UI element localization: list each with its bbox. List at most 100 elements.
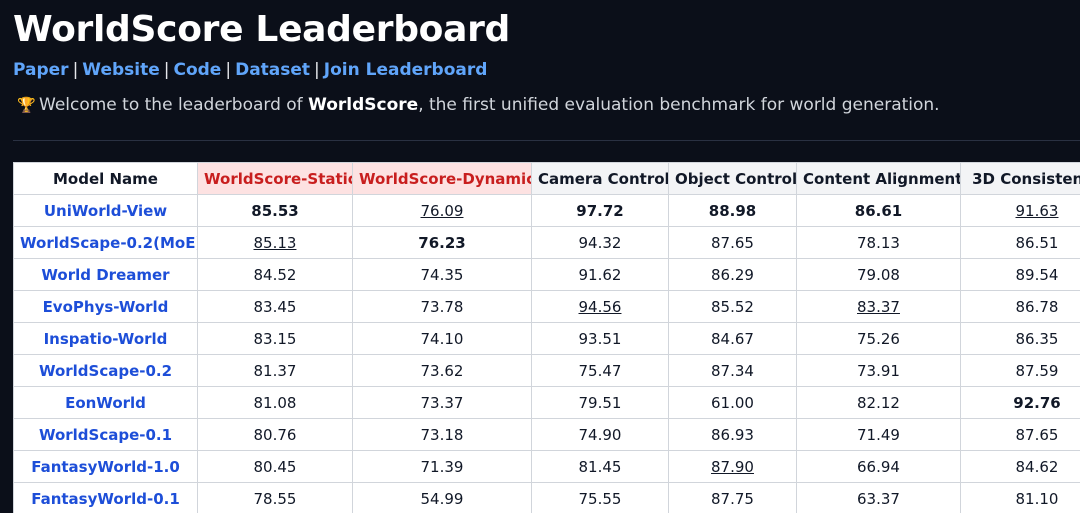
column-header-camera-control[interactable]: Camera Control: [531, 162, 669, 195]
score-cell: 94.32: [531, 226, 669, 259]
score-cell: 80.76: [197, 418, 353, 451]
dataset-link[interactable]: Dataset: [235, 60, 310, 80]
score-value: 79.08: [857, 265, 900, 284]
website-link[interactable]: Website: [82, 60, 159, 80]
score-cell: 88.98: [668, 194, 797, 227]
model-name-cell[interactable]: EonWorld: [13, 386, 198, 419]
score-value: 74.90: [578, 425, 622, 444]
model-name-cell[interactable]: FantasyWorld-1.0: [13, 450, 198, 483]
table-body: UniWorld-View 85.53 76.09 97.72 88.98 86.61 91…: [13, 194, 1080, 513]
score-cell: 97.72: [531, 194, 669, 227]
score-cell: 83.15: [197, 322, 353, 355]
score-cell: 71.39: [352, 450, 532, 483]
score-value: 85.53: [251, 201, 299, 220]
model-name-cell[interactable]: Inspatio-World: [13, 322, 198, 355]
score-cell: 87.90: [668, 450, 797, 483]
score-cell: 73.18: [352, 418, 532, 451]
score-value: 94.56: [578, 297, 622, 316]
score-cell: 91.62: [531, 258, 669, 291]
score-value: 91.63: [1015, 201, 1059, 220]
score-value: 89.54: [1015, 265, 1059, 284]
score-cell: 85.13: [197, 226, 353, 259]
table-row: EvoPhys-World 83.45 73.78 94.56 85.52 83.37 86…: [13, 290, 1080, 323]
score-cell: 84.67: [668, 322, 797, 355]
link-separator: |: [72, 60, 79, 80]
column-header-object-control[interactable]: Object Control: [668, 162, 797, 195]
score-cell: 75.26: [796, 322, 961, 355]
score-value: 87.34: [711, 361, 754, 380]
score-cell: 76.09: [352, 194, 532, 227]
model-name-cell[interactable]: WorldScape-0.2(MoE): [13, 226, 198, 259]
score-value: 82.12: [857, 393, 900, 412]
model-name-cell[interactable]: WorldScape-0.2: [13, 354, 198, 387]
welcome-suffix: , the first unified evaluation benchmark…: [418, 95, 940, 115]
score-value: 83.37: [857, 297, 900, 316]
score-cell: 66.94: [796, 450, 961, 483]
score-value: 73.91: [857, 361, 900, 380]
score-value: 75.55: [578, 489, 622, 508]
score-value: 73.37: [420, 393, 464, 412]
score-value: 73.78: [420, 297, 464, 316]
score-value: 74.35: [420, 265, 464, 284]
score-value: 76.23: [418, 233, 466, 252]
score-cell: 86.51: [960, 226, 1080, 259]
score-value: 85.52: [711, 297, 754, 316]
score-cell: 73.62: [352, 354, 532, 387]
model-name-cell[interactable]: EvoPhys-World: [13, 290, 198, 323]
page-title: WorldScore Leaderboard: [13, 9, 511, 50]
divider: [13, 140, 1080, 141]
column-header-worldscore-static[interactable]: WorldScore-Static: [197, 162, 353, 195]
score-cell: 85.52: [668, 290, 797, 323]
score-value: 85.13: [253, 233, 297, 252]
score-cell: 83.37: [796, 290, 961, 323]
score-cell: 86.35: [960, 322, 1080, 355]
column-header-model-name[interactable]: Model Name: [13, 162, 198, 195]
paper-link[interactable]: Paper: [13, 60, 69, 80]
column-header-content-alignment[interactable]: Content Alignment: [796, 162, 961, 195]
score-value: 84.62: [1015, 457, 1059, 476]
score-value: 83.15: [253, 329, 297, 348]
score-value: 86.35: [1015, 329, 1059, 348]
trophy-icon: 🏆: [17, 96, 36, 114]
code-link[interactable]: Code: [173, 60, 221, 80]
score-value: 54.99: [420, 489, 464, 508]
score-cell: 91.63: [960, 194, 1080, 227]
link-separator: |: [225, 60, 232, 80]
table-row: WorldScape-0.1 80.76 73.18 74.90 86.93 71.49 8…: [13, 418, 1080, 451]
model-name-cell[interactable]: UniWorld-View: [13, 194, 198, 227]
score-value: 61.00: [711, 393, 754, 412]
score-cell: 76.23: [352, 226, 532, 259]
score-cell: 74.35: [352, 258, 532, 291]
score-value: 94.32: [578, 233, 622, 252]
score-value: 86.61: [854, 201, 903, 220]
leaderboard-table-container[interactable]: Model Name WorldScore-Static WorldScore-…: [13, 162, 1080, 513]
column-header-3d-consistency[interactable]: 3D Consistency: [960, 162, 1080, 195]
table-row: EonWorld 81.08 73.37 79.51 61.00 82.12 92.76: [13, 386, 1080, 419]
score-value: 73.18: [420, 425, 464, 444]
score-value: 80.76: [253, 425, 297, 444]
score-cell: 84.52: [197, 258, 353, 291]
model-name-cell[interactable]: WorldScape-0.1: [13, 418, 198, 451]
score-value: 86.51: [1015, 233, 1059, 252]
score-value: 83.45: [253, 297, 297, 316]
score-value: 84.52: [253, 265, 297, 284]
model-name-cell[interactable]: World Dreamer: [13, 258, 198, 291]
score-value: 79.51: [578, 393, 622, 412]
score-cell: 73.91: [796, 354, 961, 387]
score-value: 87.90: [711, 457, 754, 476]
score-cell: 84.62: [960, 450, 1080, 483]
score-cell: 71.49: [796, 418, 961, 451]
score-cell: 86.78: [960, 290, 1080, 323]
score-cell: 80.45: [197, 450, 353, 483]
score-cell: 87.34: [668, 354, 797, 387]
score-value: 78.55: [253, 489, 297, 508]
score-cell: 86.61: [796, 194, 961, 227]
score-cell: 85.53: [197, 194, 353, 227]
leaderboard-table: Model Name WorldScore-Static WorldScore-…: [13, 162, 1080, 513]
model-name-cell[interactable]: FantasyWorld-0.1: [13, 482, 198, 513]
join-leaderboard-link[interactable]: Join Leaderboard: [324, 60, 488, 80]
welcome-bold: WorldScore: [308, 95, 419, 115]
score-value: 75.47: [578, 361, 622, 380]
score-value: 80.45: [253, 457, 297, 476]
column-header-worldscore-dynamic[interactable]: WorldScore-Dynamic: [352, 162, 532, 195]
